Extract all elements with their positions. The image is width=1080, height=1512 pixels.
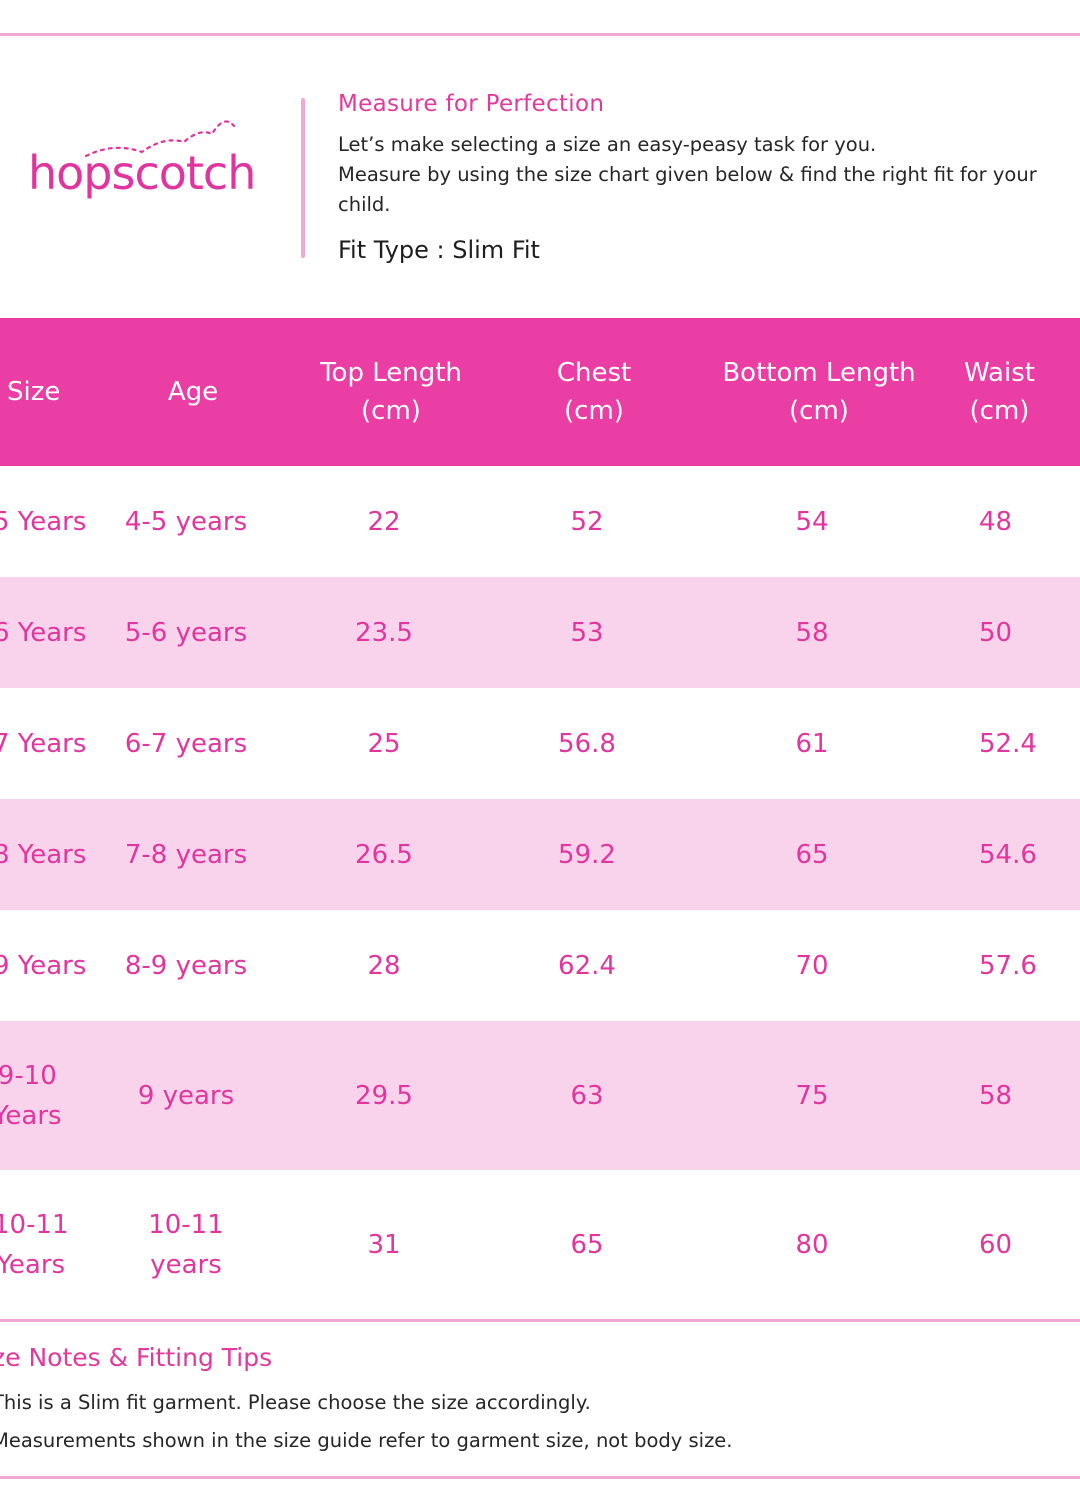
note-item: Measurements shown in the size guide ref…	[0, 1429, 733, 1452]
intro-title: Measure for Perfection	[338, 91, 605, 117]
fit-type: Fit Type : Slim Fit	[338, 236, 540, 264]
intro-line-2: Measure by using the size chart given be…	[338, 163, 1037, 216]
header-chest: Chest (cm)	[556, 358, 632, 426]
table-row: 10-11 Years 10-11 years 31 65 80 60	[0, 1170, 1080, 1320]
cell-waist: 57.6	[979, 950, 1037, 981]
cell-bottom-length: 58	[795, 617, 829, 648]
cell-bottom-length: 80	[795, 1230, 829, 1260]
cell-top-length: 31	[367, 1230, 401, 1260]
table-row: 5 Years 4-5 years 22 52 54 48	[0, 466, 1080, 577]
table-row: 9-10 Years 9 years 29.5 63 75 58	[0, 1021, 1080, 1170]
cell-top-length: 28	[367, 950, 401, 981]
intro-line-1: Let’s make selecting a size an easy-peas…	[338, 133, 877, 156]
header-divider	[301, 98, 305, 258]
cell-size: 7 Years	[0, 728, 87, 759]
cell-waist: 50	[979, 617, 1013, 648]
header-top-length: Top Length (cm)	[320, 358, 462, 426]
cell-chest: 62.4	[558, 950, 616, 981]
cell-bottom-length: 61	[795, 728, 829, 759]
cell-bottom-length: 70	[795, 950, 829, 981]
note-item: This is a Slim fit garment. Please choos…	[0, 1391, 591, 1414]
cell-age: 4-5 years	[124, 506, 248, 537]
table-row: 9 Years 8-9 years 28 62.4 70 57.6	[0, 910, 1080, 1021]
header-size: Size	[7, 377, 61, 407]
table-row: 6 Years 5-6 years 23.5 53 58 50	[0, 577, 1080, 688]
header-waist: Waist (cm)	[964, 358, 1035, 426]
cell-age: 9 years	[137, 1080, 235, 1111]
cell-waist: 54.6	[979, 839, 1037, 870]
size-notes: ze Notes & Fitting Tips This is a Slim f…	[0, 1340, 1072, 1460]
cell-size: 9 Years	[0, 950, 87, 981]
cell-chest: 56.8	[558, 728, 616, 759]
table-row: 8 Years 7-8 years 26.5 59.2 65 54.6	[0, 799, 1080, 910]
cell-size: 9-10 Years	[0, 1060, 62, 1131]
cell-chest: 53	[570, 617, 604, 648]
cell-waist: 58	[979, 1080, 1013, 1111]
table-row: 7 Years 6-7 years 25 56.8 61 52.4	[0, 688, 1080, 799]
cell-chest: 52	[570, 506, 604, 537]
cell-top-length: 25	[367, 728, 401, 759]
cell-waist: 60	[979, 1230, 1013, 1260]
cell-size: 6 Years	[0, 617, 87, 648]
cell-top-length: 26.5	[355, 839, 413, 870]
header-bottom-length: Bottom Length (cm)	[722, 358, 916, 426]
notes-title: ze Notes & Fitting Tips	[0, 1343, 273, 1372]
cell-age: 7-8 years	[124, 839, 248, 870]
size-chart-table: Size Age Top Length (cm) Chest (cm) Bott…	[0, 318, 1080, 1320]
intro-block: Measure for Perfection Let’s make select…	[338, 88, 1068, 266]
cell-age: 6-7 years	[124, 728, 248, 759]
bottom-rule	[0, 1476, 1080, 1479]
intro-body: Let’s make selecting a size an easy-peas…	[338, 130, 1068, 220]
cell-top-length: 23.5	[355, 617, 413, 648]
hopscotch-logo: hopscotch	[24, 112, 264, 222]
cell-waist: 52.4	[979, 728, 1037, 759]
cell-chest: 65	[570, 1230, 604, 1260]
cell-size: 8 Years	[0, 839, 87, 870]
cell-age: 5-6 years	[124, 617, 248, 648]
logo-wordmark: hopscotch	[28, 146, 256, 200]
cell-chest: 63	[570, 1080, 604, 1111]
cell-top-length: 29.5	[355, 1080, 413, 1111]
cell-age: 8-9 years	[124, 950, 248, 981]
table-header-row: Size Age Top Length (cm) Chest (cm) Bott…	[0, 318, 1080, 466]
cell-bottom-length: 54	[795, 506, 829, 537]
cell-top-length: 22	[367, 506, 401, 537]
cell-waist: 48	[979, 506, 1013, 537]
notes-top-rule	[0, 1319, 1080, 1322]
cell-chest: 59.2	[558, 839, 616, 870]
cell-size: 10-11 Years	[0, 1210, 69, 1280]
cell-bottom-length: 75	[795, 1080, 829, 1111]
notes-list: This is a Slim fit garment. Please choos…	[0, 1384, 1072, 1460]
cell-age: 10-11 years	[148, 1210, 224, 1280]
header-age: Age	[167, 377, 219, 407]
top-rule	[0, 33, 1080, 36]
cell-bottom-length: 65	[795, 839, 829, 870]
cell-size: 5 Years	[0, 506, 87, 537]
